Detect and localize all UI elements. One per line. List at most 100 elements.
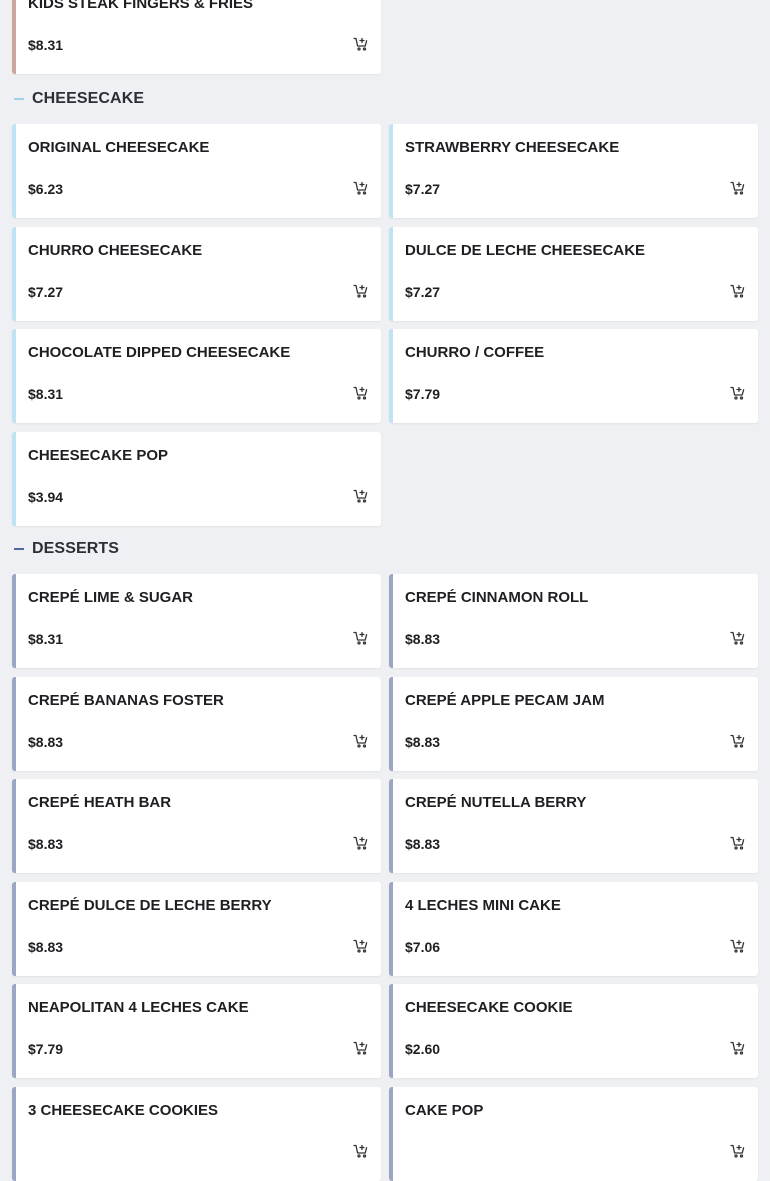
add-to-cart-icon[interactable] bbox=[353, 835, 369, 851]
item-name: CREPÉ HEATH BAR bbox=[28, 794, 172, 811]
item-name: CHEESECAKE POP bbox=[28, 446, 169, 464]
item-name: CHURRO / COFFEE bbox=[405, 344, 545, 361]
add-to-cart-icon[interactable] bbox=[353, 938, 369, 954]
item-price: $8.31 bbox=[28, 37, 64, 53]
add-to-cart-icon[interactable] bbox=[353, 1143, 369, 1159]
card-accent bbox=[389, 984, 393, 1078]
add-to-cart-icon[interactable] bbox=[353, 283, 369, 299]
section-header-cheesecake: CHEESECAKE bbox=[14, 87, 144, 111]
item-name: ORIGINAL CHEESECAKE bbox=[28, 139, 210, 156]
item-name: 3 CHEESECAKE COOKIES bbox=[28, 1101, 219, 1119]
card-accent bbox=[12, 984, 16, 1078]
add-to-cart-icon[interactable] bbox=[353, 630, 369, 646]
item-name: CHEESECAKE COOKIE bbox=[405, 999, 573, 1016]
item-name: NEAPOLITAN 4 LECHES CAKE bbox=[28, 999, 249, 1016]
menu-item-card[interactable]: CREPÉ NUTELLA BERRY $8.83 bbox=[389, 779, 758, 873]
item-name: KIDS STEAK FINGERS & FRIES bbox=[28, 0, 254, 12]
menu-item-card[interactable]: CHEESECAKE POP $3.94 bbox=[12, 431, 381, 526]
item-price: $7.27 bbox=[405, 283, 441, 300]
card-accent bbox=[12, 124, 16, 218]
section-dash bbox=[14, 548, 24, 550]
item-name: CHURRO CHEESECAKE bbox=[28, 241, 203, 259]
menu-item-card[interactable]: CHURRO CHEESECAKE $7.27 bbox=[12, 226, 381, 321]
add-to-cart-icon[interactable] bbox=[730, 733, 746, 749]
menu-item-card[interactable]: CREPÉ LIME & SUGAR $8.31 bbox=[12, 574, 381, 668]
add-to-cart-icon[interactable] bbox=[730, 1040, 746, 1056]
add-to-cart-icon[interactable] bbox=[353, 180, 369, 196]
item-name: CREPÉ NUTELLA BERRY bbox=[405, 794, 587, 811]
menu-item-card[interactable]: CHEESECAKE COOKIE $2.60 bbox=[389, 984, 758, 1078]
item-price: $8.83 bbox=[405, 631, 441, 647]
section-header-desserts: DESSERTS bbox=[14, 537, 119, 561]
add-to-cart-icon[interactable] bbox=[353, 385, 369, 401]
item-name: CAKE POP bbox=[405, 1101, 484, 1119]
menu-item-card[interactable]: CHOCOLATE DIPPED CHEESECAKE $8.31 bbox=[12, 329, 381, 423]
card-accent bbox=[12, 431, 16, 526]
card-accent bbox=[12, 676, 16, 771]
item-name: CREPÉ BANANAS FOSTER bbox=[28, 691, 224, 709]
menu-item-card[interactable]: 3 CHEESECAKE COOKIES bbox=[12, 1086, 381, 1181]
item-name: CREPÉ DULCE DE LECHE BERRY bbox=[28, 896, 272, 914]
menu-item-card[interactable]: NEAPOLITAN 4 LECHES CAKE $7.79 bbox=[12, 984, 381, 1078]
menu-item-card[interactable]: KIDS STEAK FINGERS & FRIES $8.31 bbox=[12, 0, 381, 74]
item-name: CREPÉ APPLE PECAM JAM bbox=[405, 691, 605, 709]
menu-item-card[interactable]: CREPÉ DULCE DE LECHE BERRY $8.83 bbox=[12, 881, 381, 976]
add-to-cart-icon[interactable] bbox=[730, 835, 746, 851]
card-accent bbox=[12, 329, 16, 423]
item-price: $7.79 bbox=[28, 1041, 64, 1057]
item-price: $8.83 bbox=[405, 836, 441, 852]
item-price: $7.79 bbox=[405, 386, 441, 402]
add-to-cart-icon[interactable] bbox=[353, 488, 369, 504]
add-to-cart-icon[interactable] bbox=[730, 180, 746, 196]
item-price: $3.94 bbox=[28, 488, 64, 505]
add-to-cart-icon[interactable] bbox=[353, 733, 369, 749]
menu-item-card[interactable]: CREPÉ BANANAS FOSTER $8.83 bbox=[12, 676, 381, 771]
card-accent bbox=[12, 0, 16, 74]
add-to-cart-icon[interactable] bbox=[730, 1143, 746, 1159]
card-accent bbox=[389, 779, 393, 873]
menu-item-card[interactable]: CAKE POP bbox=[389, 1086, 758, 1181]
menu-item-card[interactable]: CREPÉ CINNAMON ROLL $8.83 bbox=[389, 574, 758, 668]
add-to-cart-icon[interactable] bbox=[730, 385, 746, 401]
item-price: $7.06 bbox=[405, 938, 441, 955]
item-price: $8.83 bbox=[28, 733, 64, 750]
section-title: CHEESECAKE bbox=[32, 90, 145, 107]
card-accent bbox=[12, 574, 16, 668]
card-accent bbox=[389, 226, 393, 321]
section-title: DESSERTS bbox=[32, 540, 120, 557]
card-accent bbox=[389, 881, 393, 976]
item-name: CREPÉ LIME & SUGAR bbox=[28, 589, 194, 606]
card-accent bbox=[12, 226, 16, 321]
add-to-cart-icon[interactable] bbox=[730, 938, 746, 954]
card-accent bbox=[389, 676, 393, 771]
add-to-cart-icon[interactable] bbox=[730, 283, 746, 299]
item-price: $8.83 bbox=[28, 836, 64, 852]
item-price: $8.83 bbox=[405, 733, 441, 750]
item-price: $8.31 bbox=[28, 386, 64, 402]
item-price: $8.83 bbox=[28, 938, 64, 955]
item-name: 4 LECHES MINI CAKE bbox=[405, 896, 561, 914]
item-name: CHOCOLATE DIPPED CHEESECAKE bbox=[28, 344, 291, 361]
card-accent bbox=[389, 329, 393, 423]
menu-item-card[interactable]: DULCE DE LECHE CHEESECAKE $7.27 bbox=[389, 226, 758, 321]
menu-item-card[interactable]: STRAWBERRY CHEESECAKE $7.27 bbox=[389, 124, 758, 218]
card-accent bbox=[12, 1086, 16, 1181]
item-price: $2.60 bbox=[405, 1041, 441, 1057]
add-to-cart-icon[interactable] bbox=[730, 630, 746, 646]
menu-item-card[interactable]: CREPÉ HEATH BAR $8.83 bbox=[12, 779, 381, 873]
menu-item-card[interactable]: CREPÉ APPLE PECAM JAM $8.83 bbox=[389, 676, 758, 771]
add-to-cart-icon[interactable] bbox=[353, 36, 369, 52]
item-price: $8.31 bbox=[28, 631, 64, 647]
item-price: $6.23 bbox=[28, 181, 64, 197]
menu-item-card[interactable]: 4 LECHES MINI CAKE $7.06 bbox=[389, 881, 758, 976]
card-accent bbox=[389, 574, 393, 668]
item-price: $7.27 bbox=[405, 181, 441, 197]
add-to-cart-icon[interactable] bbox=[353, 1040, 369, 1056]
menu-item-card[interactable]: CHURRO / COFFEE $7.79 bbox=[389, 329, 758, 423]
item-name: CREPÉ CINNAMON ROLL bbox=[405, 589, 589, 606]
card-accent bbox=[389, 1086, 393, 1181]
menu-item-card[interactable]: ORIGINAL CHEESECAKE $6.23 bbox=[12, 124, 381, 218]
menu-page: KIDS STEAK FINGERS & FRIES $8.31 CHEESEC… bbox=[0, 0, 770, 1181]
section-dash bbox=[14, 98, 24, 100]
card-accent bbox=[12, 779, 16, 873]
